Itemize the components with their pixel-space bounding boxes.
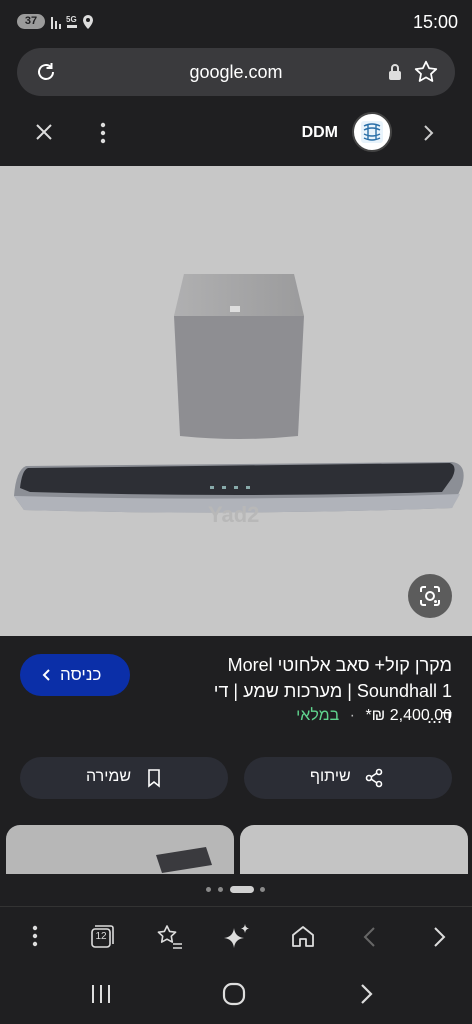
share-label: שיתוף — [310, 768, 351, 785]
page-dot-active — [230, 886, 254, 893]
page-dot — [260, 887, 265, 892]
bookmark-star-icon[interactable] — [413, 59, 439, 85]
visit-button[interactable]: כניסה — [20, 654, 130, 696]
share-icon — [365, 768, 383, 788]
chevron-right-icon[interactable] — [420, 123, 436, 143]
address-bar[interactable]: google.com — [17, 48, 455, 96]
site-name[interactable]: DDM — [302, 124, 338, 142]
tabs-button[interactable]: 12 — [84, 920, 118, 954]
save-label: שמירה — [86, 768, 132, 785]
watermark-text: Yad2 — [208, 502, 259, 527]
battery-indicator: 37 — [17, 14, 45, 29]
price-row: 2,400.00 ₪* · במלאי — [296, 707, 452, 725]
status-bar: 37 5G 15:00 — [0, 0, 472, 44]
page-dot — [206, 887, 211, 892]
signal-indicator: 5G — [50, 13, 98, 34]
panel-header: DDM — [0, 100, 472, 166]
save-button[interactable]: שמירה — [20, 757, 228, 799]
site-logo[interactable] — [352, 112, 392, 152]
price: 2,400.00 ₪* — [365, 707, 452, 724]
bookmarks-icon[interactable] — [152, 920, 186, 954]
home-nav-icon[interactable] — [220, 980, 248, 1008]
bookmark-icon — [148, 769, 160, 788]
close-icon[interactable] — [34, 122, 54, 142]
clock: 15:00 — [412, 12, 458, 32]
menu-icon[interactable] — [18, 920, 52, 954]
product-image[interactable]: Yad2 — [0, 166, 472, 636]
chevron-left-icon — [42, 669, 50, 681]
lens-icon — [420, 586, 440, 606]
tabs-count: 12 — [95, 931, 107, 942]
more-vert-icon[interactable] — [97, 120, 109, 146]
fingerprint-logo-icon — [361, 121, 383, 143]
nav-back-icon[interactable] — [354, 982, 378, 1006]
visit-label: כניסה — [60, 665, 102, 684]
recents-icon[interactable] — [88, 982, 114, 1006]
price-separator: · — [349, 707, 355, 724]
ai-sparkle-icon[interactable] — [220, 920, 254, 954]
network-type: 5G — [66, 15, 77, 24]
share-button[interactable]: שיתוף — [244, 757, 452, 799]
forward-icon[interactable] — [422, 920, 456, 954]
home-icon[interactable] — [286, 920, 320, 954]
availability: במלאי — [296, 707, 340, 724]
back-icon[interactable] — [353, 920, 387, 954]
page-dot — [218, 887, 223, 892]
lock-icon[interactable] — [387, 63, 403, 81]
soundbar-subwoofer-picture: Yad2 — [14, 274, 464, 527]
signal-icon: 5G — [51, 15, 93, 29]
system-navigation-bar — [0, 966, 472, 1024]
lens-search-button[interactable] — [408, 574, 452, 618]
